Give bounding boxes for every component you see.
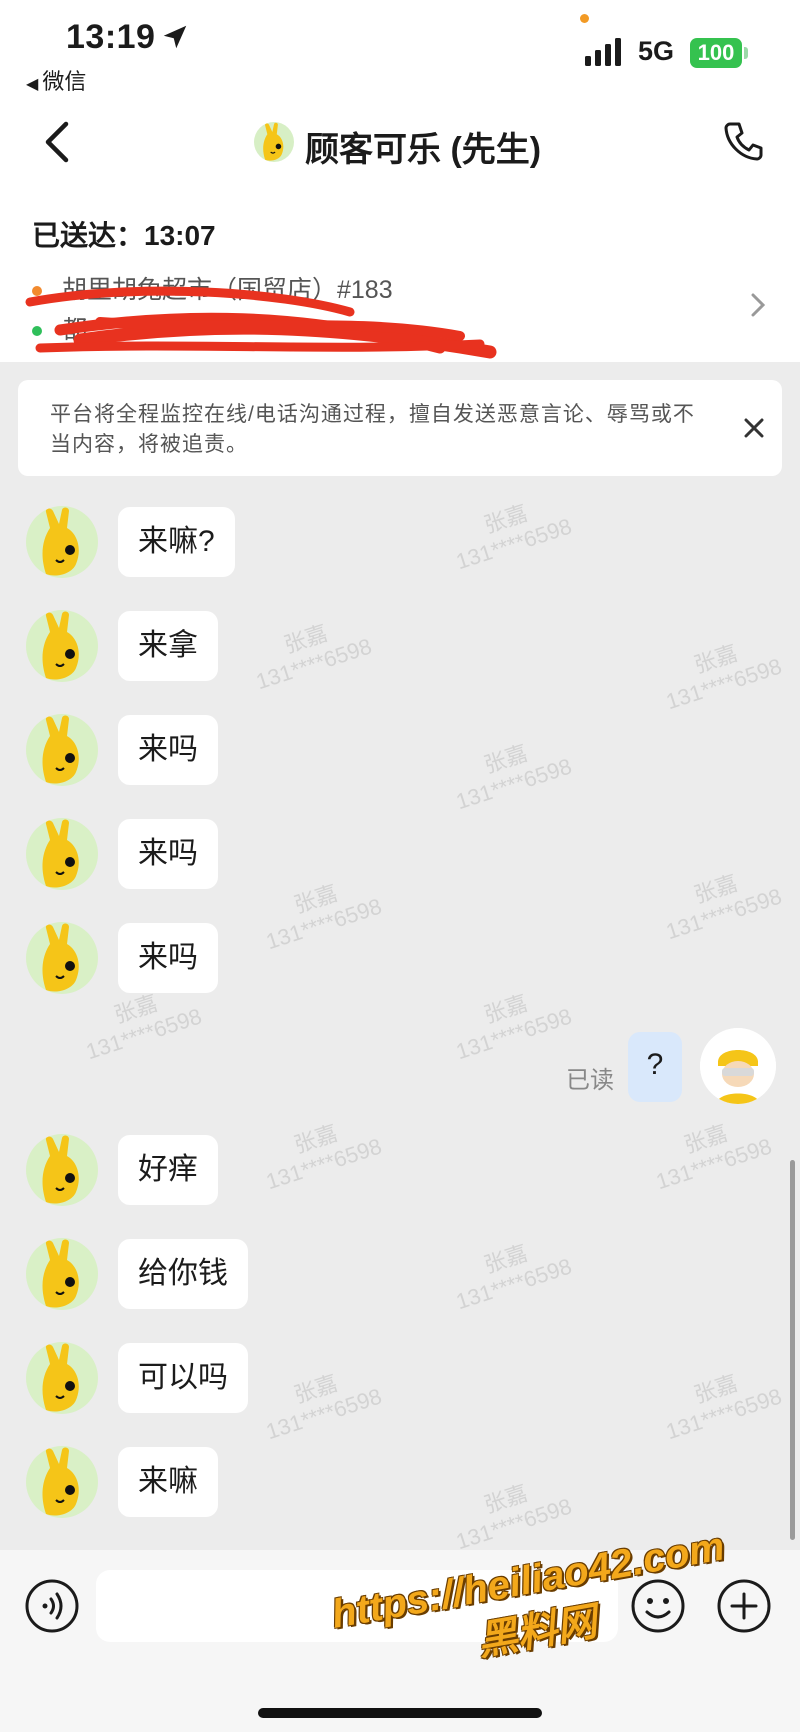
message-row: 来嘛? [0,506,800,586]
customer-avatar[interactable] [26,506,98,578]
redaction-scribble [25,286,497,359]
customer-avatar[interactable] [26,922,98,994]
message-row: 可以吗 [0,1342,800,1422]
courier-avatar-icon [700,1028,776,1104]
customer-avatar[interactable] [26,818,98,890]
back-app-label: 微信 [42,69,87,94]
platform-notice: 平台将全程监控在线/电话沟通过程，擅自发送恶意言论、辱骂或不当内容，将被追责。 [18,380,782,476]
message-bubble[interactable]: 来吗 [118,715,218,785]
message-bubble[interactable]: 来嘛 [118,1447,218,1517]
message-bubble[interactable]: 来拿 [118,611,218,681]
battery-icon: 100 [690,38,742,68]
customer-avatar-small [254,122,294,162]
battery-tip [744,47,748,59]
message-row: 来嘛 [0,1446,800,1526]
status-bar: 13:19 ◀ 微信 5G 100 [0,0,800,94]
message-bubble[interactable]: 给你钱 [118,1239,248,1309]
rabbit-mascot-icon [263,122,284,161]
notice-text: 平台将全程监控在线/电话沟通过程，擅自发送恶意言论、辱骂或不当内容，将被追责。 [50,403,695,456]
rabbit-mascot-icon [42,819,79,888]
my-avatar[interactable] [700,1028,776,1104]
message-bubble[interactable]: 来吗 [118,923,218,993]
rabbit-mascot-icon [42,1239,79,1308]
message-row: 来吗 [0,922,800,1002]
rabbit-mascot-icon [42,923,79,992]
message-list[interactable]: 张嘉 131****6598 张嘉 131****6598 张嘉 131****659… [0,476,800,1554]
chat-header: 顾客可乐 (先生) [0,92,800,192]
rabbit-mascot-icon [42,507,79,576]
message-bubble[interactable]: 来嘛? [118,507,235,577]
cellular-signal-icon [585,38,621,66]
network-type: 5G [638,36,675,66]
customer-avatar[interactable] [26,714,98,786]
rabbit-mascot-icon [42,1447,79,1516]
phone-call-icon[interactable] [722,120,764,162]
privacy-indicator-dot [580,14,589,23]
customer-avatar[interactable] [26,1134,98,1206]
customer-avatar[interactable] [26,1342,98,1414]
scrollbar[interactable] [790,1160,795,1540]
back-chevron-icon[interactable] [38,118,78,166]
message-row: 来吗 [0,818,800,898]
message-row: 来拿 [0,610,800,690]
chevron-right-icon [751,293,766,317]
read-receipt: 已读 [566,1067,614,1094]
message-row: 给你钱 [0,1238,800,1318]
message-row: 好痒 [0,1134,800,1214]
my-message-row: 已读 ? [0,1028,800,1112]
rabbit-mascot-icon [42,1343,79,1412]
order-card[interactable]: 已送达：13:07 胡里胡兔超市（国贸店）#183 都 [0,192,800,362]
customer-avatar[interactable] [26,1446,98,1518]
message-bubble[interactable]: 可以吗 [118,1343,248,1413]
status-time: 13:19 [66,18,156,56]
rabbit-mascot-icon [42,611,79,680]
voice-input-icon[interactable] [24,1578,80,1634]
customer-avatar[interactable] [26,1238,98,1310]
back-triangle-icon: ◀ [26,76,39,93]
chat-title: 顾客可乐 (先生) [305,131,542,169]
my-message-bubble[interactable]: ? [628,1032,682,1102]
message-bubble[interactable]: 来吗 [118,819,218,889]
customer-avatar[interactable] [26,610,98,682]
location-arrow-icon [163,25,187,49]
message-bubble[interactable]: 好痒 [118,1135,218,1205]
close-icon[interactable] [740,414,768,442]
rabbit-mascot-icon [42,715,79,784]
message-row: 来吗 [0,714,800,794]
delivery-status: 已送达：13:07 [32,220,216,251]
rabbit-mascot-icon [42,1135,79,1204]
